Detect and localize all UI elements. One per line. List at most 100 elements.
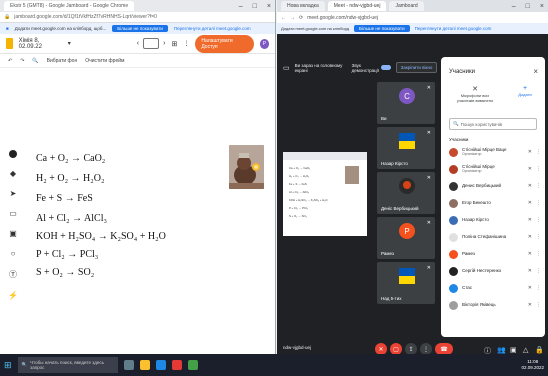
participant-row[interactable]: Поліна Стефанішина ✕ ⋮ (449, 231, 541, 243)
select-icon[interactable]: ➤ (10, 189, 17, 198)
more-icon[interactable]: ⋮ (536, 302, 541, 308)
mini-equation: P + Cl₂ → PCl₃ (289, 206, 308, 210)
minimize-icon[interactable]: – (239, 3, 243, 10)
mute-all-button[interactable]: ✕ Мікрофони всіх учасників вимкнено (453, 85, 497, 103)
prev-frame-icon[interactable]: ‹ (137, 40, 139, 47)
participant-row[interactable]: Вікторія Яківець ✕ ⋮ (449, 299, 541, 311)
sticky-note-icon[interactable]: ▭ (9, 209, 17, 218)
mic-off-icon[interactable]: ✕ (528, 183, 532, 189)
participant-tile[interactable]: C ✕ Ви (377, 82, 435, 124)
info-bar-button[interactable]: Більше не показувати (354, 25, 410, 32)
mic-off-icon[interactable]: ✕ (528, 268, 532, 274)
participant-row[interactable]: Денис Вербицький ✕ ⋮ (449, 180, 541, 192)
participant-row[interactable]: Рамез ✕ ⋮ (449, 248, 541, 260)
mic-off-icon[interactable]: ✕ (528, 217, 532, 223)
close-icon[interactable]: × (267, 3, 271, 10)
url-text[interactable]: meet.google.com/ndw-vjgbd-uej (307, 15, 378, 21)
text-box-icon[interactable]: Ⓣ (9, 269, 17, 280)
avatar (449, 266, 458, 276)
browser-tab-meet[interactable]: Meet - ndw-vjgbd-uej (327, 1, 387, 11)
participant-tile[interactable]: P ✕ Рамез (377, 217, 435, 259)
avatar (449, 181, 458, 191)
mic-off-icon[interactable]: ✕ (528, 234, 532, 240)
back-icon[interactable]: ← (281, 15, 286, 21)
app-icon[interactable] (187, 360, 198, 370)
edge-icon[interactable] (155, 360, 166, 370)
lock-icon[interactable]: 🔒 (535, 346, 544, 354)
activities-icon[interactable]: △ (523, 346, 528, 354)
windows-start-icon[interactable]: ⊞ (4, 360, 12, 371)
shape-icon[interactable]: ○ (11, 249, 16, 258)
info-bar-link[interactable]: Переглянути деталі meet.google.com (174, 26, 251, 31)
maximize-icon[interactable]: □ (526, 3, 530, 10)
pen-icon[interactable] (9, 150, 17, 158)
laser-icon[interactable]: ⚡ (8, 291, 18, 300)
participant-row[interactable]: Стіснійші Мірце Організатор ✕ ⋮ (449, 163, 541, 175)
participant-row[interactable]: Егор Бекешто ✕ ⋮ (449, 197, 541, 209)
more-icon[interactable]: ⋮ (536, 217, 541, 223)
mic-off-icon[interactable]: ✕ (528, 285, 532, 291)
audio-toggle[interactable] (380, 65, 391, 70)
more-icon[interactable]: ⋮ (536, 285, 541, 291)
taskbar-search-input[interactable]: 🔍 Чтобы начать поиск, введите здесь запр… (17, 357, 118, 373)
file-explorer-icon[interactable] (139, 360, 150, 370)
more-icon[interactable]: ⋮ (536, 268, 541, 274)
mic-off-icon[interactable]: ✕ (528, 149, 532, 155)
address-bar[interactable]: 🔒 jamboard.google.com/d/1Qf1tVkfHzZf7vRH… (0, 12, 275, 23)
mic-off-icon[interactable]: ✕ (528, 302, 532, 308)
address-bar[interactable]: ← → ⟳ meet.google.com/ndw-vjgbd-uej (277, 12, 548, 23)
more-icon[interactable]: ⋮ (536, 166, 541, 172)
mic-off-icon[interactable]: ✕ (528, 166, 532, 172)
more-icon[interactable]: ⋮ (183, 40, 189, 47)
participant-row[interactable]: Стас ✕ ⋮ (449, 282, 541, 294)
set-background-button[interactable]: Вибрати фон (47, 58, 78, 64)
doc-title[interactable]: Хімія 8, 02.09.22 (19, 38, 62, 50)
frame-thumbnail[interactable] (143, 38, 160, 49)
add-people-button[interactable]: + Додати (511, 85, 539, 97)
task-view-icon[interactable] (123, 360, 134, 370)
more-icon[interactable]: ⋮ (536, 200, 541, 206)
next-frame-icon[interactable]: › (163, 40, 165, 47)
participant-row[interactable]: Сергій Нестеренко ✕ ⋮ (449, 265, 541, 277)
taskbar-clock[interactable]: 11:08 02.09.2022 (521, 359, 544, 371)
participant-tile[interactable]: ✕ Деніс Вербицький (377, 172, 435, 214)
pin-window-button[interactable]: Закріпити вікно (395, 62, 438, 73)
clear-frame-button[interactable]: Очистити фрейм (85, 58, 124, 64)
participant-row[interactable]: Стіснійші Мірце Ваце Організатор ✕ ⋮ (449, 146, 541, 158)
info-bar-button[interactable]: Більше не показувати (112, 25, 168, 32)
info-bar-link[interactable]: Переглянути деталі meet.google.com (415, 26, 492, 31)
mic-off-icon[interactable]: ✕ (528, 200, 532, 206)
search-input[interactable]: 🔍 Пошук користувачів (449, 118, 537, 130)
people-icon[interactable]: 👥 (497, 346, 506, 354)
eraser-icon[interactable]: ◆ (10, 169, 16, 178)
participant-tile[interactable]: ✕ Над 5-тих (377, 262, 435, 304)
reload-icon[interactable]: ⟳ (299, 15, 303, 21)
participant-row[interactable]: Назар Кірсто ✕ ⋮ (449, 214, 541, 226)
more-icon[interactable]: ⋮ (536, 251, 541, 257)
more-icon[interactable]: ⋮ (536, 149, 541, 155)
image-icon[interactable]: ▣ (9, 229, 17, 238)
avatar[interactable]: P (259, 38, 269, 49)
chat-icon[interactable]: ▣ (510, 346, 517, 354)
participant-tile[interactable]: ✕ Назар Кірсто (377, 127, 435, 169)
redo-icon[interactable]: ↷ (20, 58, 24, 64)
more-icon[interactable]: ⋮ (536, 234, 541, 240)
chrome-icon[interactable] (171, 360, 182, 370)
browser-tab-jamboard[interactable]: Ekstr 5 (GMT8) - Google Jamboard - Googl… (4, 1, 135, 11)
browser-tab[interactable]: Jamboard (389, 1, 424, 11)
caret-down-icon[interactable]: ▾ (68, 40, 71, 47)
close-icon[interactable]: × (540, 3, 544, 10)
grid-icon[interactable]: ⊞ (171, 40, 177, 48)
undo-icon[interactable]: ↶ (8, 58, 12, 64)
zoom-icon[interactable]: 🔍 (32, 58, 38, 64)
minimize-icon[interactable]: – (512, 3, 516, 10)
maximize-icon[interactable]: □ (253, 3, 257, 10)
mic-off-icon[interactable]: ✕ (528, 251, 532, 257)
more-icon[interactable]: ⋮ (536, 183, 541, 189)
forward-icon[interactable]: → (290, 15, 295, 21)
url-text[interactable]: jamboard.google.com/d/1Qf1tVkfHzZf7vRHNH… (14, 14, 157, 20)
close-icon[interactable]: × (533, 67, 538, 76)
cat-sticker-image[interactable] (229, 145, 264, 189)
browser-tab[interactable]: Нова вкладка (281, 1, 325, 11)
share-button[interactable]: Налаштувати Доступ (195, 34, 254, 53)
